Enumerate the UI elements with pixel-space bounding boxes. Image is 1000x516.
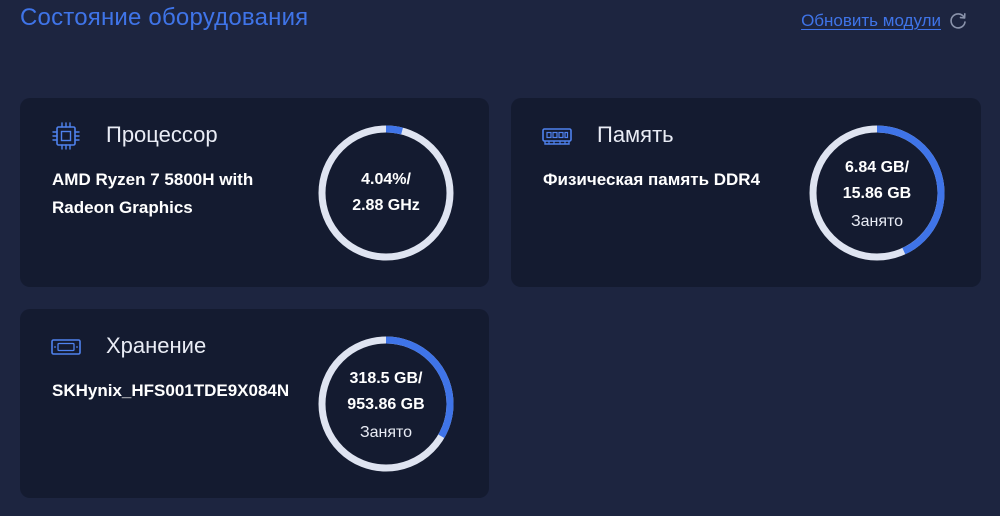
memory-icon <box>541 120 573 152</box>
cpu-card: Процессор AMD Ryzen 7 5800H with Radeon … <box>20 98 489 287</box>
storage-card-title: Хранение <box>106 333 207 358</box>
page-title: Состояние оборудования <box>20 4 309 31</box>
storage-used-caption: Занято <box>359 424 413 441</box>
cpu-model: AMD Ryzen 7 5800H with Radeon Graphics <box>52 170 254 217</box>
storage-used: 318.5 GB/ <box>349 370 423 387</box>
storage-model: SKHynix_HFS001TDE9X084N <box>52 381 290 400</box>
memory-type: Физическая память DDR4 <box>543 170 761 189</box>
refresh-modules-button[interactable]: Обновить модули <box>801 11 968 31</box>
cpu-icon <box>50 120 82 152</box>
cpu-usage-gauge: 4.04%/ 2.88 GHz <box>316 123 456 263</box>
storage-card: Хранение SKHynix_HFS001TDE9X084N 318.5 G… <box>20 309 489 498</box>
storage-usage-gauge: 318.5 GB/ 953.86 GB Занято <box>316 334 456 474</box>
memory-used-caption: Занято <box>850 213 904 230</box>
memory-card-title: Память <box>597 122 674 147</box>
refresh-modules-label[interactable]: Обновить модули <box>801 11 941 31</box>
refresh-icon[interactable] <box>948 11 968 31</box>
hardware-status-page: Состояние оборудования Обновить модули П… <box>0 0 1000 516</box>
storage-icon <box>50 331 82 363</box>
memory-total: 15.86 GB <box>842 185 912 202</box>
storage-total: 953.86 GB <box>347 396 425 413</box>
cpu-usage-percent: 4.04%/ <box>361 171 411 188</box>
cpu-card-title: Процессор <box>106 122 218 147</box>
memory-used: 6.84 GB/ <box>844 159 910 176</box>
memory-usage-gauge: 6.84 GB/ 15.86 GB Занято <box>807 123 947 263</box>
memory-card: Память Физическая память DDR4 6.84 GB/ 1… <box>511 98 981 287</box>
cpu-frequency: 2.88 GHz <box>352 197 420 214</box>
